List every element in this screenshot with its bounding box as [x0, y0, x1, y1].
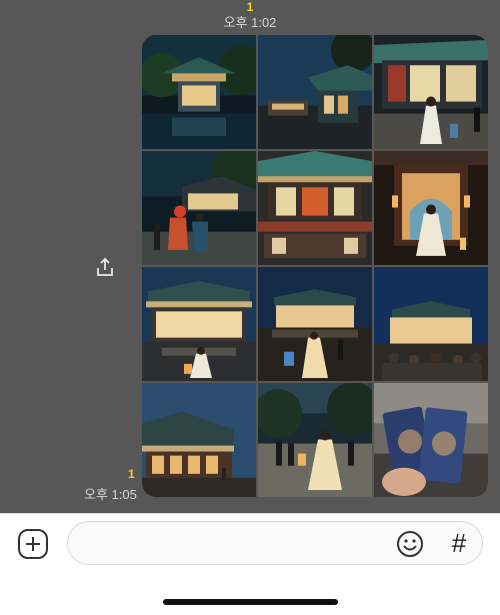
share-icon[interactable]: [94, 256, 116, 278]
hashtag-icon[interactable]: #: [448, 529, 470, 557]
chat-area: 1 오후 1:02 1 오후 1:05: [0, 0, 500, 513]
timestamp-bottom: 오후 1:05: [84, 487, 137, 502]
input-bar: #: [0, 513, 500, 615]
home-indicator: [163, 599, 338, 605]
emoji-icon[interactable]: [396, 530, 424, 558]
photo-grid: [142, 35, 488, 497]
photo-thumbnail[interactable]: [374, 151, 488, 265]
photo-thumbnail[interactable]: [142, 383, 256, 497]
photo-thumbnail[interactable]: [142, 35, 256, 149]
photo-thumbnail[interactable]: [258, 383, 372, 497]
photo-thumbnail[interactable]: [258, 35, 372, 149]
photo-thumbnail[interactable]: [142, 151, 256, 265]
plus-icon[interactable]: [17, 528, 49, 560]
unread-count-bottom: 1: [128, 467, 135, 481]
photo-thumbnail[interactable]: [374, 35, 488, 149]
photo-thumbnail[interactable]: [258, 267, 372, 381]
photo-thumbnail[interactable]: [258, 151, 372, 265]
photo-thumbnail[interactable]: [374, 267, 488, 381]
photo-thumbnail[interactable]: [374, 383, 488, 497]
timestamp-top: 오후 1:02: [223, 15, 277, 30]
photo-thumbnail[interactable]: [142, 267, 256, 381]
